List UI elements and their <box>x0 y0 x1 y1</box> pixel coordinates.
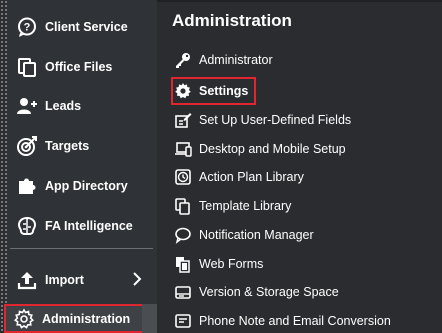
copy-icon <box>173 196 193 216</box>
menu-item-action-plan-library[interactable]: Action Plan Library <box>173 165 304 189</box>
menu-item-label: Set Up User-Defined Fields <box>199 113 352 127</box>
gear-icon <box>12 307 36 331</box>
gear-icon <box>173 81 193 101</box>
key-icon <box>173 50 193 70</box>
menu-item-label: Web Forms <box>199 257 264 271</box>
menu-item-administrator[interactable]: Administrator <box>173 48 273 72</box>
puzzle-icon <box>15 174 39 198</box>
brain-icon <box>15 214 39 238</box>
chat-question-icon: ? <box>15 15 39 39</box>
clock-icon <box>173 167 193 187</box>
sidebar-item-administration[interactable]: Administration <box>4 304 149 333</box>
target-icon <box>15 134 39 158</box>
menu-item-label: Desktop and Mobile Setup <box>199 142 346 156</box>
sidebar-item-label: Targets <box>45 139 90 153</box>
menu-item-settings[interactable]: Settings <box>171 77 257 105</box>
menu-item-phone-note-email-conversion[interactable]: Phone Note and Email Conversion <box>173 309 391 333</box>
sidebar-divider <box>10 248 153 249</box>
sidebar-item-import[interactable]: Import <box>7 262 157 298</box>
chevron-right-icon <box>131 271 143 287</box>
panel-top-border <box>157 0 442 2</box>
sidebar-item-leads[interactable]: Leads <box>7 88 157 124</box>
svg-text:?: ? <box>24 22 31 34</box>
edit-fields-icon <box>173 110 193 130</box>
menu-item-label: Notification Manager <box>199 228 314 242</box>
administration-panel: Administration Administrator Settings Se… <box>157 0 442 333</box>
menu-item-label: Version & Storage Space <box>199 285 339 299</box>
sidebar-item-label: FA Intelligence <box>45 219 133 233</box>
menu-item-template-library[interactable]: Template Library <box>173 194 291 218</box>
note-icon <box>173 311 193 331</box>
menu-item-label: Template Library <box>199 199 292 213</box>
sidebar-item-label: Administration <box>42 311 131 326</box>
leads-icon <box>15 94 39 118</box>
sidebar-item-fa-intelligence[interactable]: FA Intelligence <box>7 208 157 244</box>
sidebar-item-label: App Directory <box>45 179 128 193</box>
speech-bubble-icon <box>173 225 193 245</box>
devices-icon <box>173 139 193 159</box>
menu-item-label: Action Plan Library <box>199 170 304 184</box>
menu-item-label: Phone Note and Email Conversion <box>199 314 391 328</box>
menu-item-version-storage[interactable]: Version & Storage Space <box>173 280 339 304</box>
sidebar-item-label: Client Service <box>45 20 128 34</box>
sidebar-item-label: Import <box>45 273 84 287</box>
menu-item-user-defined-fields[interactable]: Set Up User-Defined Fields <box>173 108 351 132</box>
menu-item-notification-manager[interactable]: Notification Manager <box>173 223 314 247</box>
sidebar-item-targets[interactable]: Targets <box>7 128 157 164</box>
menu-item-web-forms[interactable]: Web Forms <box>173 252 263 276</box>
main-sidebar: ? Client Service Office Files Leads Targ… <box>4 0 157 333</box>
storage-icon <box>173 282 193 302</box>
forms-icon <box>173 254 193 274</box>
resize-handle[interactable] <box>0 0 7 333</box>
sidebar-item-office-files[interactable]: Office Files <box>7 49 157 85</box>
menu-item-label: Administrator <box>199 53 273 67</box>
sidebar-item-client-service[interactable]: ? Client Service <box>7 9 157 45</box>
active-indicator <box>142 304 157 333</box>
menu-item-desktop-mobile-setup[interactable]: Desktop and Mobile Setup <box>173 137 346 161</box>
sidebar-item-label: Office Files <box>45 60 113 74</box>
sidebar-item-app-directory[interactable]: App Directory <box>7 168 157 204</box>
panel-title: Administration <box>172 11 292 30</box>
menu-item-label: Settings <box>199 84 249 98</box>
upload-icon <box>15 268 39 292</box>
files-icon <box>15 55 39 79</box>
sidebar-item-label: Leads <box>45 99 82 113</box>
